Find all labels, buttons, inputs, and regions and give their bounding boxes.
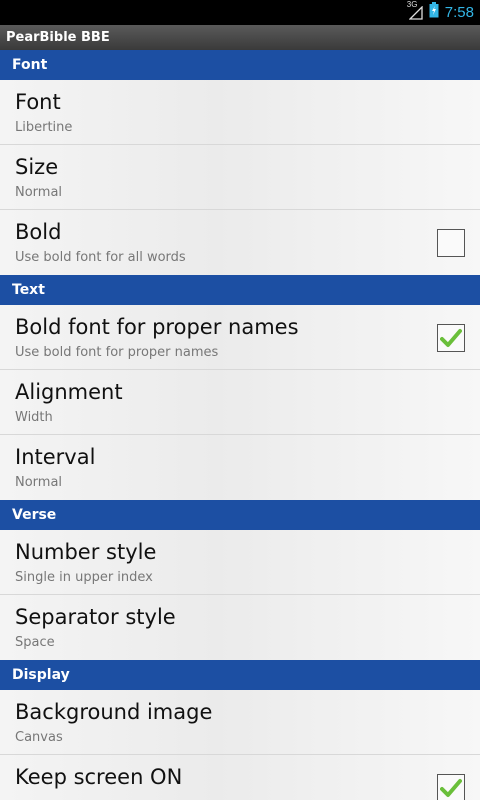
pref-title: Font: [15, 90, 61, 114]
clock: 7:58: [444, 4, 474, 21]
checkmark-icon: [440, 329, 462, 347]
battery-icon: [429, 2, 439, 23]
section-title: Verse: [12, 507, 57, 523]
app-title: PearBible BBE: [6, 30, 110, 45]
pref-title: Interval: [15, 445, 96, 469]
pref-interval[interactable]: Interval Normal: [0, 435, 480, 500]
status-bar: 3G 7:58: [0, 0, 480, 25]
keep-screen-on-checkbox[interactable]: [437, 774, 465, 800]
pref-title: Bold font for proper names: [15, 315, 299, 339]
section-title: Text: [12, 282, 45, 298]
pref-summary: Normal: [15, 475, 63, 490]
section-header-verse: Verse: [0, 500, 480, 530]
pref-separator-style[interactable]: Separator style Space: [0, 595, 480, 660]
pref-summary: Use bold font for all words: [15, 250, 186, 265]
checkmark-icon: [440, 779, 462, 797]
pref-title: Alignment: [15, 380, 123, 404]
pref-summary: Normal: [15, 185, 63, 200]
pref-title: Size: [15, 155, 59, 179]
app-title-bar: PearBible BBE: [0, 25, 480, 50]
pref-title: Separator style: [15, 605, 176, 629]
pref-summary: Space: [15, 635, 55, 650]
pref-summary: Canvas: [15, 730, 63, 745]
bold-proper-names-checkbox[interactable]: [437, 324, 465, 352]
pref-bold-proper-names[interactable]: Bold font for proper names Use bold font…: [0, 305, 480, 370]
section-title: Display: [12, 667, 70, 683]
pref-keep-screen-on[interactable]: Keep screen ON: [0, 755, 480, 800]
pref-title: Background image: [15, 700, 213, 724]
section-header-display: Display: [0, 660, 480, 690]
pref-size[interactable]: Size Normal: [0, 145, 480, 210]
section-title: Font: [12, 57, 48, 73]
pref-title: Keep screen ON: [15, 765, 183, 789]
pref-summary: Single in upper index: [15, 570, 153, 585]
pref-number-style[interactable]: Number style Single in upper index: [0, 530, 480, 595]
section-header-text: Text: [0, 275, 480, 305]
bold-checkbox[interactable]: [437, 229, 465, 257]
pref-summary: Use bold font for proper names: [15, 345, 219, 360]
pref-title: Bold: [15, 220, 62, 244]
pref-summary: Libertine: [15, 120, 73, 135]
pref-summary: Width: [15, 410, 53, 425]
section-header-font: Font: [0, 50, 480, 80]
pref-font[interactable]: Font Libertine: [0, 80, 480, 145]
pref-alignment[interactable]: Alignment Width: [0, 370, 480, 435]
network-type: 3G: [406, 0, 418, 9]
pref-bold[interactable]: Bold Use bold font for all words: [0, 210, 480, 275]
pref-background-image[interactable]: Background image Canvas: [0, 690, 480, 755]
signal-icon: 3G: [407, 0, 423, 20]
pref-title: Number style: [15, 540, 157, 564]
